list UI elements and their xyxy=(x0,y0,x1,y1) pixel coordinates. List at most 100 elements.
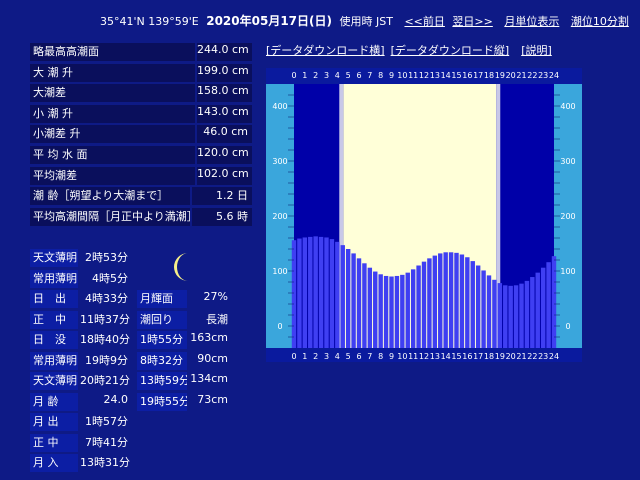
tide-bar xyxy=(432,255,438,348)
sun-moon-label: 日 出 xyxy=(30,290,78,308)
x-tick-label-bottom: 2 xyxy=(313,352,318,361)
coordinates: 35°41'N 139°59'E xyxy=(100,15,199,28)
x-tick-label-top: 9 xyxy=(389,71,394,80)
x-tick-label-top: 0 xyxy=(291,71,296,80)
tide-bar xyxy=(318,236,324,348)
x-tick-label-bottom: 1 xyxy=(302,352,307,361)
x-tick-label-bottom: 4 xyxy=(335,352,340,361)
sun-moon-value: 4時5分 xyxy=(92,271,128,285)
summary-value: 244.0 cm xyxy=(197,43,252,61)
tide-bar xyxy=(492,279,497,348)
y-tick-label-left: 400 xyxy=(272,102,287,111)
tide-bar xyxy=(454,252,459,348)
x-tick-label-bottom: 13 xyxy=(430,352,440,361)
x-tick-label-bottom: 19 xyxy=(495,352,505,361)
x-tick-label-top: 11 xyxy=(408,71,418,80)
tide-bar xyxy=(465,257,470,348)
help-link[interactable]: [説明] xyxy=(521,44,552,57)
tide-bar xyxy=(416,265,421,348)
tide-event-time: 19時55分 xyxy=(137,392,187,411)
sun-moon-value: 18時40分 xyxy=(80,333,130,346)
summary-label: 潮 齢［朔望より大潮まで］ xyxy=(30,187,190,206)
sun-moon-label: 天文薄明 xyxy=(30,372,78,390)
tide-bar xyxy=(481,270,486,348)
tide-bar xyxy=(470,261,475,348)
tide-bar xyxy=(367,267,373,348)
sun-moon-label: 正 中 xyxy=(30,310,78,329)
summary-value: 1.2 日 xyxy=(192,187,252,206)
summary-label: 略最高高潮面 xyxy=(30,43,195,61)
y-tick-label-left: 200 xyxy=(272,212,287,221)
tide-event-height: 90cm xyxy=(197,351,228,365)
tide-bar xyxy=(302,237,308,348)
x-tick-label-top: 15 xyxy=(451,71,461,80)
x-tick-label-top: 21 xyxy=(516,71,526,80)
x-tick-label-bottom: 15 xyxy=(451,352,461,361)
x-tick-label-bottom: 18 xyxy=(484,352,494,361)
summary-label: 大潮差 xyxy=(30,84,195,103)
next-day-link[interactable]: 翌日>> xyxy=(452,15,492,28)
y-tick-label-left: 100 xyxy=(272,267,287,276)
timezone-label: 使用時 JST xyxy=(339,15,393,28)
sun-moon-value: 2時53分 xyxy=(85,251,128,264)
x-tick-label-top: 18 xyxy=(484,71,494,80)
sun-moon-label: 天文薄明 xyxy=(30,249,78,267)
sun-moon-label: 正 中 xyxy=(30,433,78,452)
tide-interval-link[interactable]: 潮位10分割 xyxy=(571,15,629,28)
header-bar: 35°41'N 139°59'E 2020年05月17日(日) 使用時 JST … xyxy=(100,12,633,29)
tide-bar xyxy=(438,253,443,348)
tide-bar xyxy=(519,283,524,348)
x-tick-label-bottom: 3 xyxy=(324,352,329,361)
summary-label: 平均潮差 xyxy=(30,166,195,185)
monthly-view-link[interactable]: 月単位表示 xyxy=(504,15,559,28)
tide-bar xyxy=(351,253,356,348)
tide-bar xyxy=(443,252,448,348)
tide-bar xyxy=(459,254,465,348)
y-tick-label-right: 300 xyxy=(560,157,575,166)
tide-event-time: 8時32分 xyxy=(137,351,187,370)
tide-bar xyxy=(546,262,551,348)
summary-value: 199.0 cm xyxy=(197,63,252,82)
download-horizontal-link[interactable]: [データダウンロード横] xyxy=(266,44,385,57)
y-tick-label-left: 0 xyxy=(277,322,282,331)
tide-bar xyxy=(524,280,530,348)
moon-info-label: 潮回り xyxy=(137,310,187,329)
tide-bar xyxy=(394,275,400,348)
moon-info-value: 長潮 xyxy=(206,312,228,326)
tide-event-height: 134cm xyxy=(190,372,228,385)
x-tick-label-bottom: 12 xyxy=(419,352,429,361)
tide-bar xyxy=(475,265,481,348)
y-tick-label-right: 200 xyxy=(560,212,575,221)
x-tick-label-top: 19 xyxy=(495,71,505,80)
tide-bar xyxy=(410,269,416,348)
tide-bar xyxy=(551,256,557,348)
sun-moon-value: 1時57分 xyxy=(85,415,128,428)
x-tick-label-bottom: 9 xyxy=(389,352,394,361)
x-tick-label-bottom: 16 xyxy=(462,352,472,361)
summary-label: 平 均 水 面 xyxy=(30,146,195,164)
tide-bar xyxy=(530,277,535,348)
summary-label: 平均高潮間隔［月正中より満潮］ xyxy=(30,207,190,226)
tide-bar xyxy=(389,276,394,348)
tide-bar xyxy=(383,275,389,348)
tide-bar xyxy=(308,236,313,348)
x-tick-label-bottom: 0 xyxy=(291,352,296,361)
x-tick-label-top: 14 xyxy=(441,71,451,80)
tide-event-time: 13時59分 xyxy=(137,372,187,390)
tide-event-height: 163cm xyxy=(190,331,228,344)
summary-value: 143.0 cm xyxy=(197,104,252,123)
sun-moon-value: 11時37分 xyxy=(80,312,130,326)
tide-bar xyxy=(486,275,492,348)
tide-bar xyxy=(535,272,540,348)
tide-bar xyxy=(297,238,302,348)
tide-bar xyxy=(497,283,503,348)
moon-info-value: 27% xyxy=(203,290,228,303)
sun-moon-value: 20時21分 xyxy=(80,374,130,387)
x-tick-label-bottom: 14 xyxy=(441,352,451,361)
tide-bar xyxy=(329,239,335,348)
download-vertical-link[interactable]: [データダウンロード縦] xyxy=(391,44,510,57)
x-tick-label-bottom: 8 xyxy=(378,352,383,361)
x-tick-label-top: 23 xyxy=(538,71,548,80)
prev-day-link[interactable]: <<前日 xyxy=(404,15,444,28)
x-tick-label-top: 12 xyxy=(419,71,429,80)
